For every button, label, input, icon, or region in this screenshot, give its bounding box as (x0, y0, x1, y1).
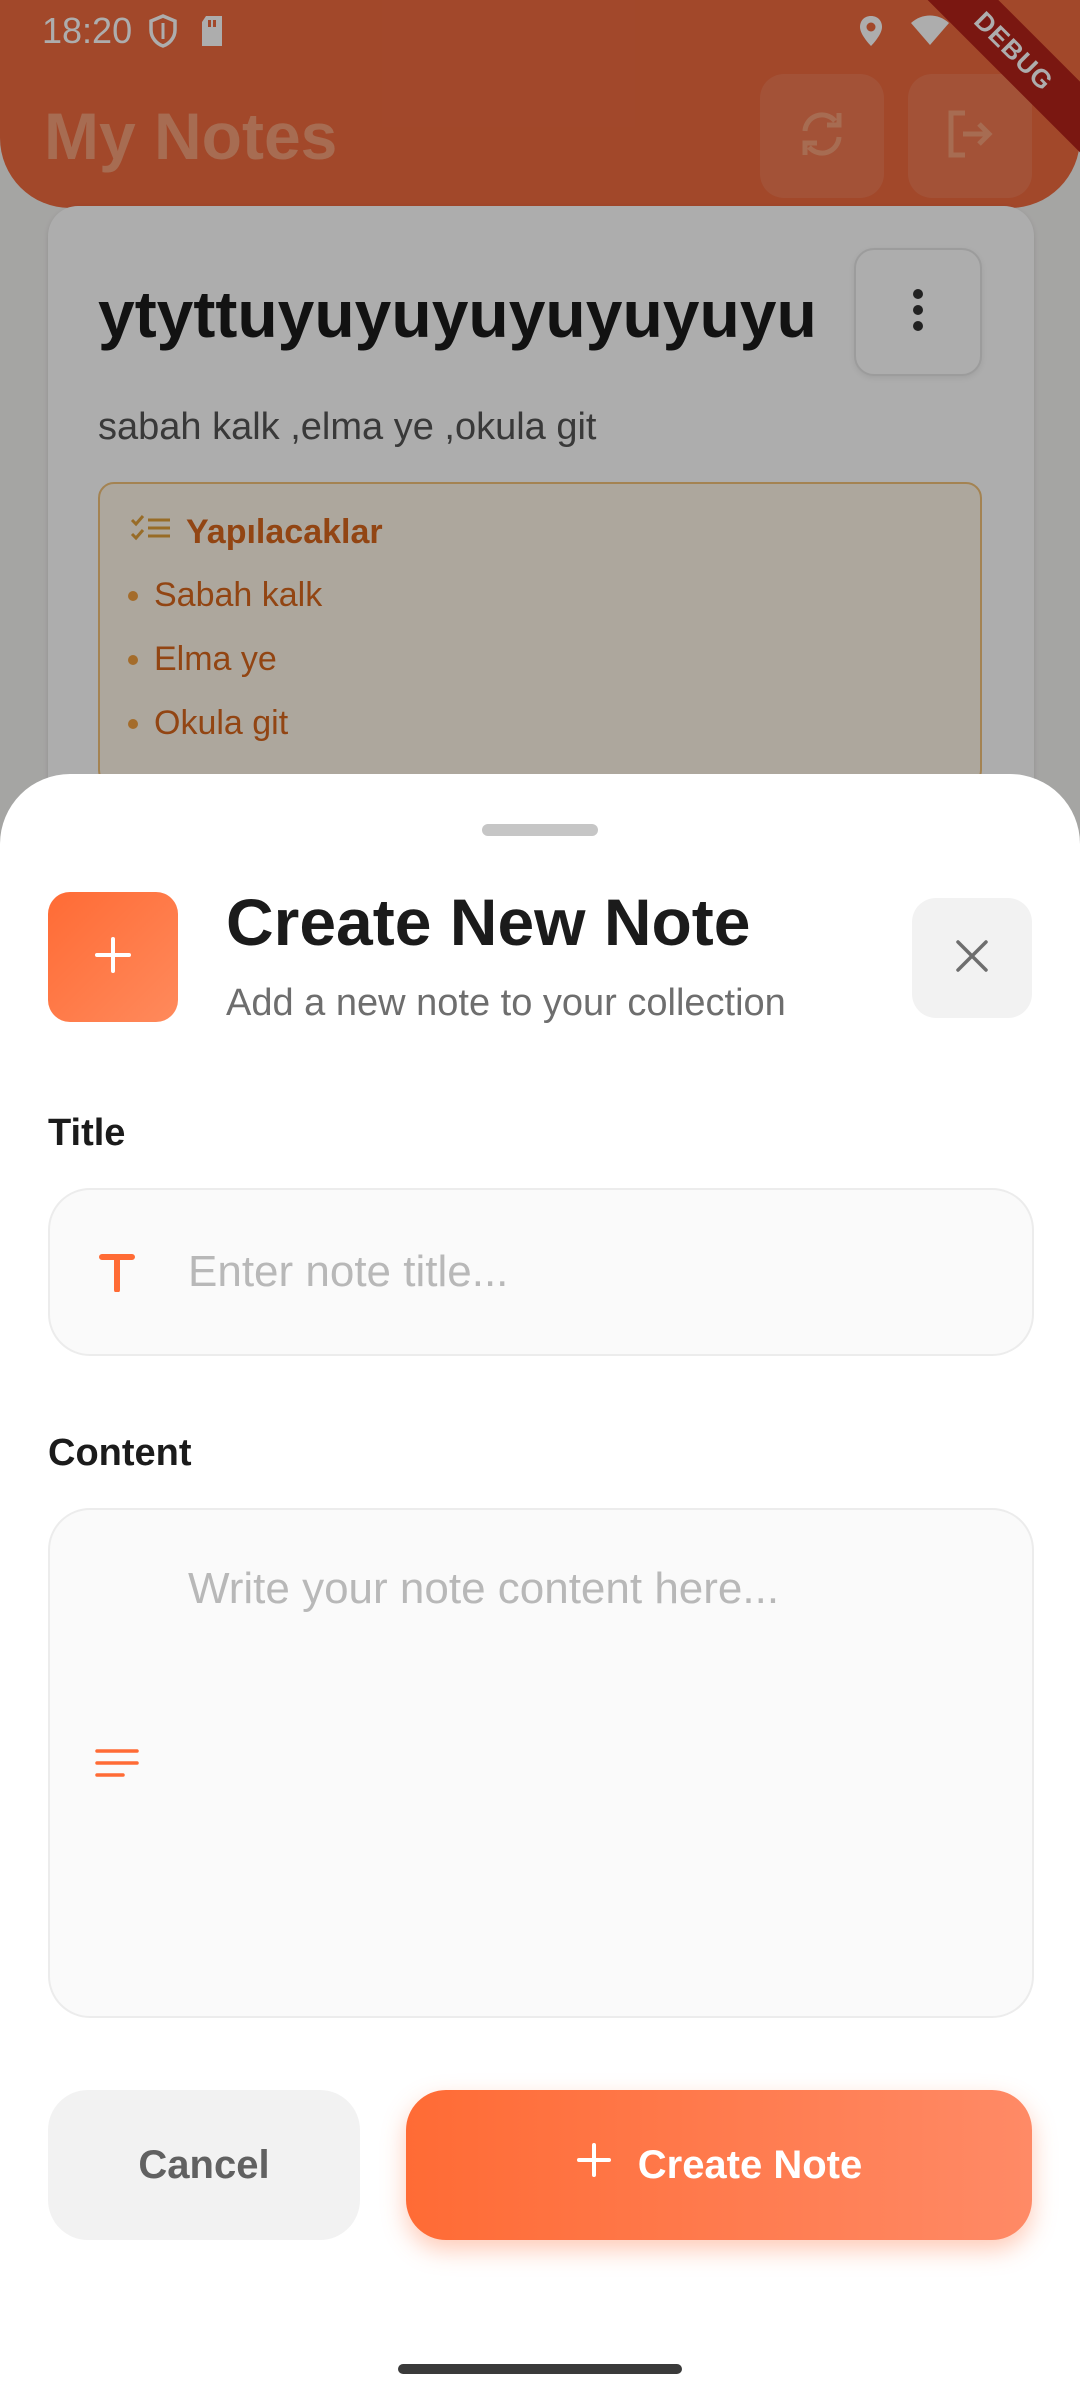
create-note-label: Create Note (637, 2142, 863, 2187)
cancel-button[interactable]: Cancel (48, 2090, 360, 2240)
content-input[interactable] (188, 1564, 988, 1984)
title-label: Title (48, 1112, 126, 1154)
drag-handle[interactable] (482, 824, 598, 836)
close-icon (954, 938, 990, 979)
notes-lines-icon (92, 1738, 142, 1788)
close-button[interactable] (912, 898, 1032, 1018)
sheet-subtitle: Add a new note to your collection (226, 982, 786, 1024)
home-indicator (398, 2364, 682, 2374)
sheet-title: Create New Note (226, 885, 751, 959)
create-note-button[interactable]: Create Note (406, 2090, 1032, 2240)
title-input[interactable] (188, 1244, 988, 1300)
header-add-icon-badge (48, 892, 178, 1022)
content-input-box[interactable] (48, 1508, 1034, 2018)
plus-icon (93, 935, 133, 980)
plus-icon (576, 2142, 612, 2188)
content-label: Content (48, 1432, 192, 1474)
create-note-sheet: Create New Note Add a new note to your c… (0, 774, 1080, 2400)
text-title-icon (92, 1247, 142, 1297)
title-input-box[interactable] (48, 1188, 1034, 1356)
